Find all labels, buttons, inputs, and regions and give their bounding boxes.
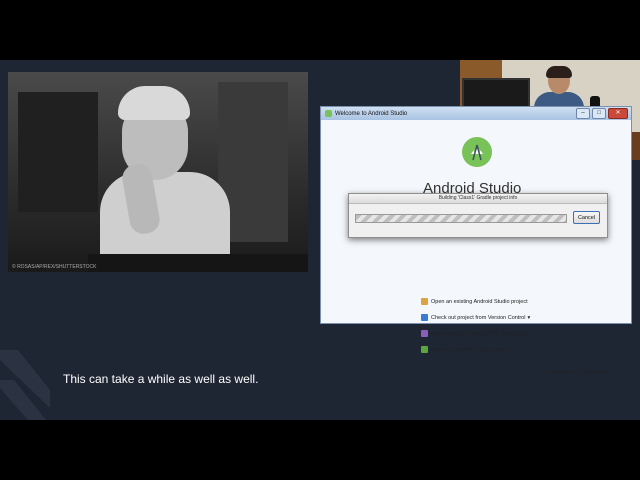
open-existing-project-item[interactable]: Open an existing Android Studio project (421, 298, 528, 305)
indeterminate-progress-bar (355, 214, 567, 223)
maximize-button[interactable]: □ (592, 108, 606, 119)
checkout-vcs-item[interactable]: Check out project from Version Control ▾ (421, 314, 530, 321)
little-rascals-photo: © ROSAS/AP/REX/SHUTTERSTOCK (8, 72, 308, 272)
photo-caption: © ROSAS/AP/REX/SHUTTERSTOCK (12, 264, 97, 270)
import-sample-label: Import an Android code sample (431, 346, 508, 353)
window-titlebar[interactable]: Welcome to Android Studio – □ ✕ (321, 107, 631, 120)
window-title: Welcome to Android Studio (335, 110, 408, 117)
photo-background-panel (18, 92, 98, 212)
presenter-hair (546, 66, 572, 78)
import-project-label: Import project (Eclipse ADT, Gradle, etc… (431, 330, 531, 337)
chevron-down-icon: ▾ (527, 314, 531, 321)
checkout-vcs-label: Check out project from Version Control (431, 314, 526, 321)
checkmark-icon (421, 346, 428, 353)
android-studio-app-icon (325, 110, 332, 117)
import-icon (421, 330, 428, 337)
close-button[interactable]: ✕ (608, 108, 628, 119)
cancel-button[interactable]: Cancel (573, 211, 600, 224)
subtitle-caption: This can take a while as well as well. (63, 372, 259, 386)
configure-menu[interactable]: Configure ▾ (548, 370, 576, 376)
welcome-footer: Configure ▾ Get Help ▾ (548, 370, 610, 376)
import-project-item[interactable]: Import project (Eclipse ADT, Gradle, etc… (421, 330, 531, 337)
photo-desk (88, 254, 308, 272)
slide-decoration (0, 350, 50, 420)
android-compass-icon (471, 144, 483, 161)
minimize-button[interactable]: – (576, 108, 590, 119)
folder-icon (421, 298, 428, 305)
android-studio-logo-icon (462, 137, 492, 167)
progress-dialog-title: Building 'Class1' Gradle project info (349, 194, 607, 204)
download-arrow-icon (421, 314, 428, 321)
import-sample-item[interactable]: Import an Android code sample (421, 346, 507, 353)
window-controls: – □ ✕ (576, 108, 628, 119)
gradle-build-progress-dialog: Building 'Class1' Gradle project info Ca… (348, 193, 608, 238)
open-existing-project-label: Open an existing Android Studio project (431, 298, 528, 305)
photo-boy-hat (118, 86, 190, 120)
get-help-menu[interactable]: Get Help ▾ (584, 370, 610, 376)
